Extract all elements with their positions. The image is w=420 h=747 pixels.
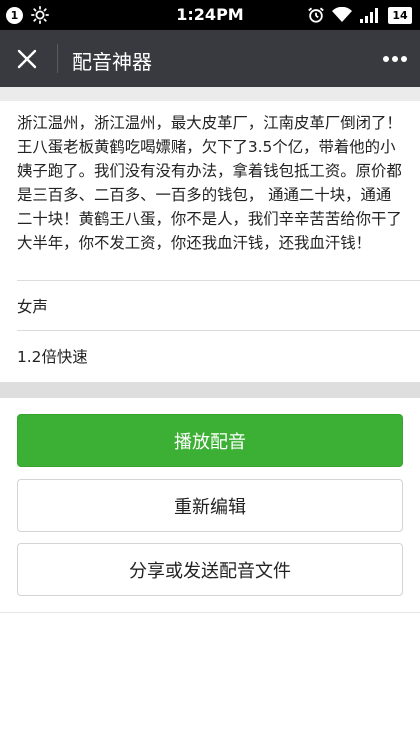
close-icon [17,49,37,69]
alarm-icon [308,7,324,23]
script-text: 浙江温州，浙江温州，最大皮革厂，江南皮革厂倒闭了！王八蛋老板黄鹤吃喝嫖赌，欠下了… [17,114,402,252]
voice-speed: 1.2倍快速 [17,347,88,366]
signal-icon [360,8,378,23]
re-edit-button[interactable]: 重新编辑 [17,479,403,532]
share-voice-file-button[interactable]: 分享或发送配音文件 [17,543,403,596]
nav-bar: 配音神器 [0,30,420,87]
section-gap [0,87,420,101]
battery-icon: 14 [388,6,412,24]
close-button[interactable] [10,42,44,76]
bottom-divider [0,612,420,613]
page-title: 配音神器 [72,50,152,74]
section-gap [0,382,420,398]
voice-info-section: 浙江温州，浙江温州，最大皮革厂，江南皮革厂倒闭了！王八蛋老板黄鹤吃喝嫖赌，欠下了… [0,101,420,380]
voice-type: 女声 [17,297,48,316]
wifi-icon [332,7,352,22]
play-voice-button[interactable]: 播放配音 [17,414,403,467]
status-right: 14 [307,6,412,24]
status-bar: 1 1:24PM 14 [0,0,420,30]
more-button[interactable] [378,44,412,74]
more-icon [383,56,407,62]
nav-divider [57,44,58,73]
